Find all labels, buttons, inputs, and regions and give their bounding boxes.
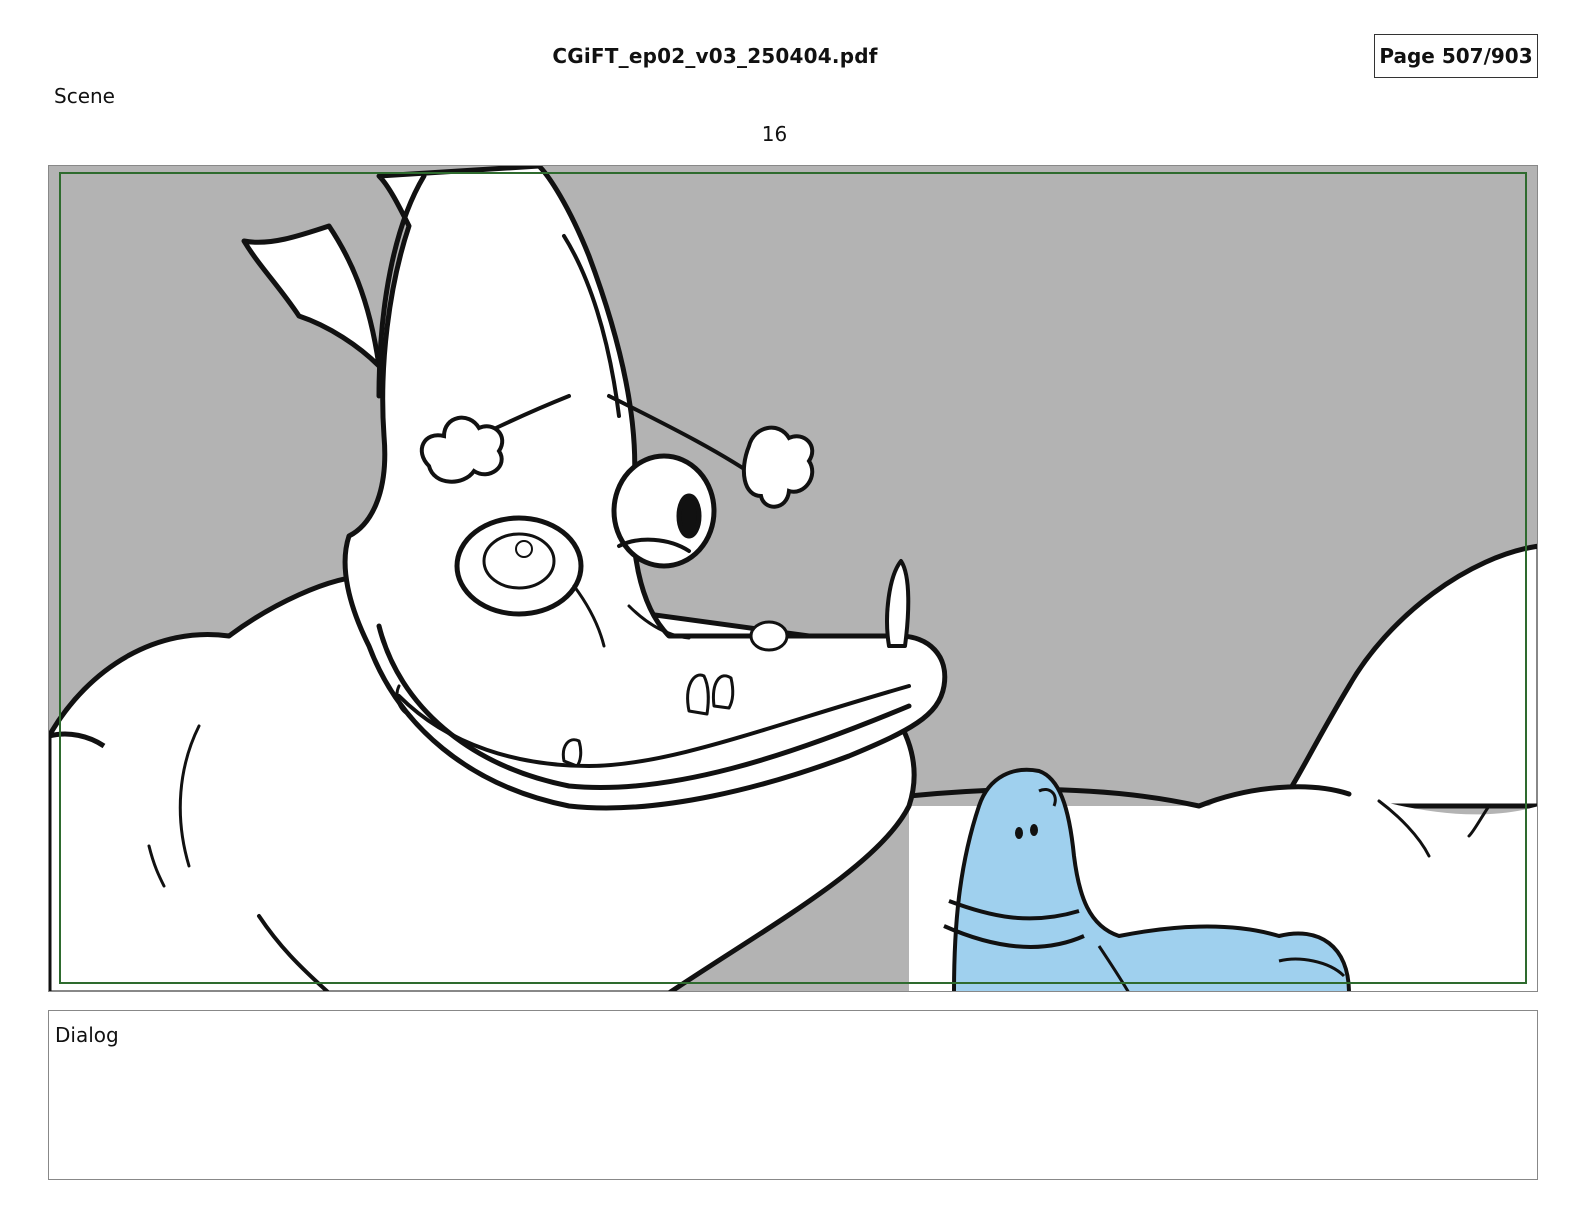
document-title: CGiFT_ep02_v03_250404.pdf	[552, 44, 878, 68]
page-indicator: Page 507/903	[1374, 34, 1538, 78]
scene-number: 16	[761, 122, 788, 146]
nostril	[749, 620, 789, 652]
dialog-box: Dialog	[48, 1010, 1538, 1180]
storyboard-drawing	[49, 166, 1537, 991]
storyboard-panel	[48, 165, 1538, 992]
dialog-label: Dialog	[55, 1023, 119, 1047]
tooth-1	[686, 673, 710, 716]
scene-label: Scene	[54, 84, 115, 108]
tooth-2	[711, 674, 735, 710]
tooth-3	[561, 738, 583, 768]
